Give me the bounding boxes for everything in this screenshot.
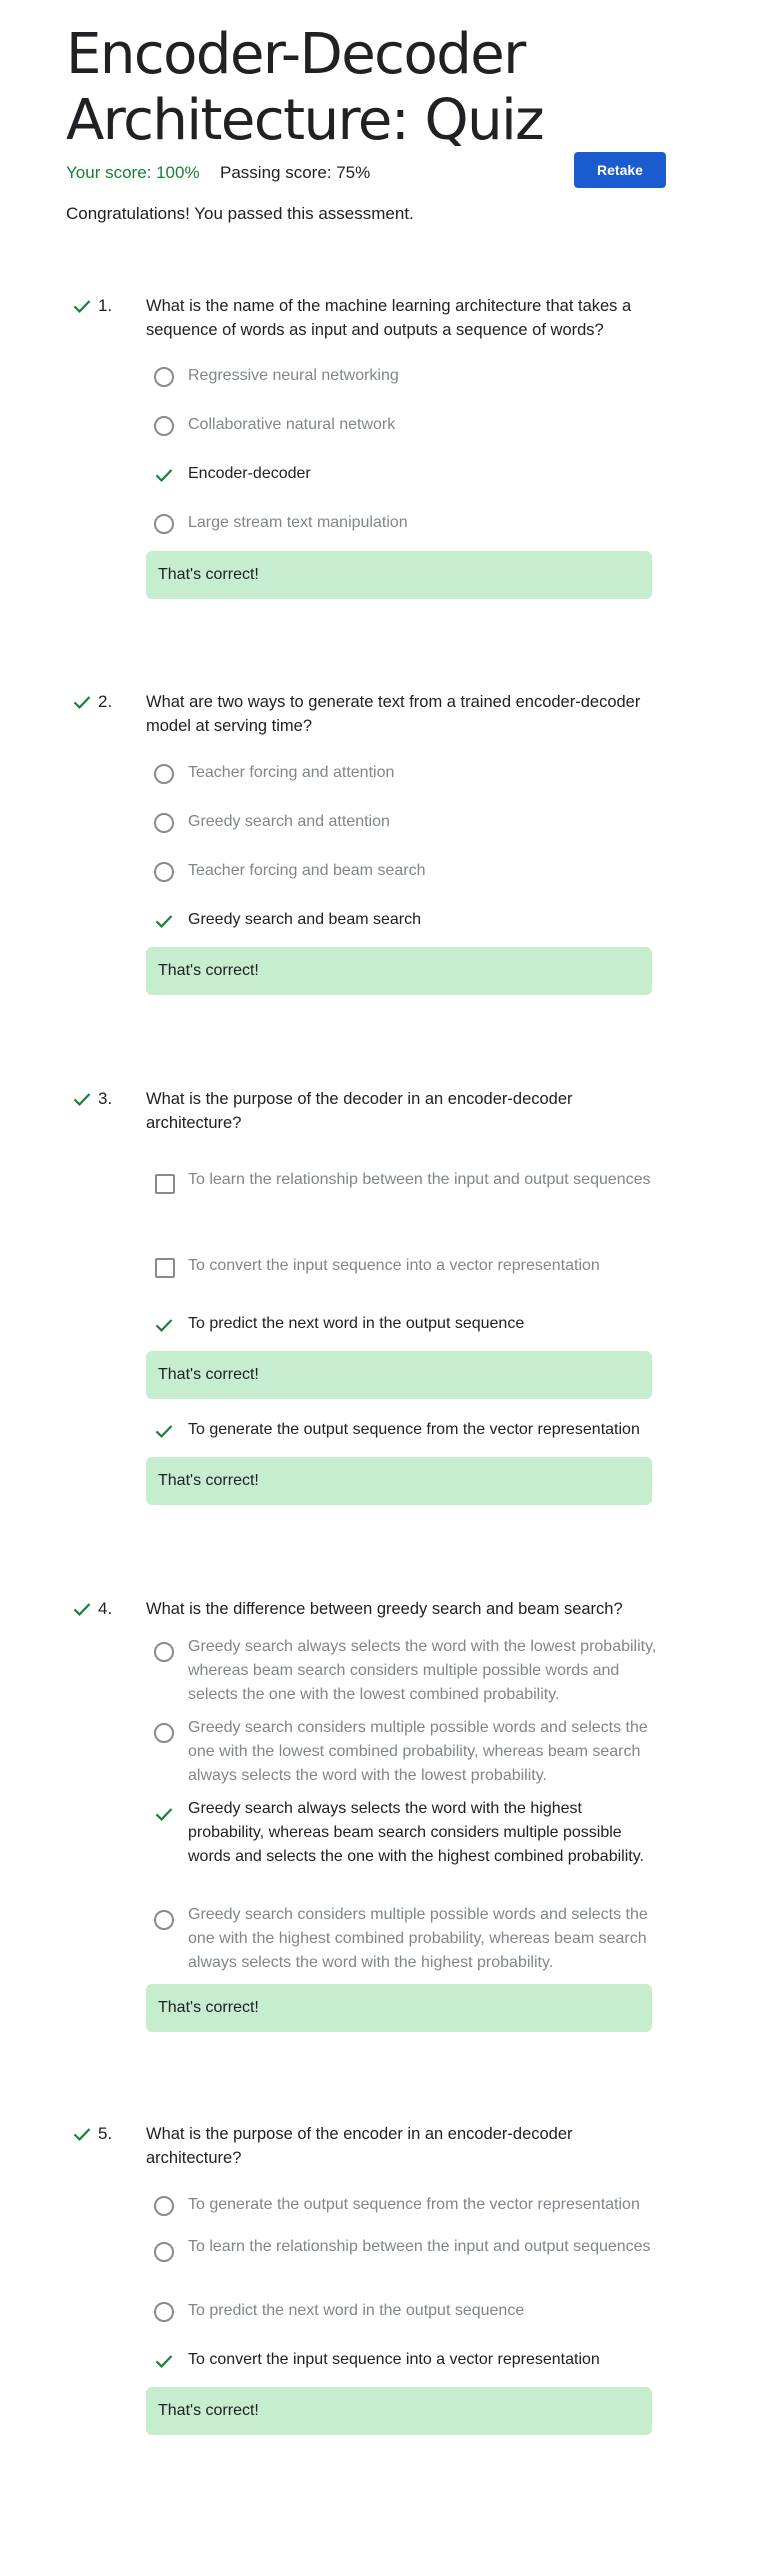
option-label: To generate the output sequence from the… [188,1421,640,1438]
option-label: To convert the input sequence into a vec… [188,1257,600,1274]
score-row: Your score: 100% Passing score: 75% [66,163,370,183]
question-number: 5. [98,2124,113,2143]
option-label: Greedy search always selects the word wi… [188,1800,644,1865]
question-text: What is the purpose of the decoder in an… [146,1090,573,1132]
check-icon [155,1808,173,1821]
question-number: 4. [98,1599,113,1618]
check-icon [155,2355,173,2368]
passing-score: Passing score: 75% [220,163,371,182]
option-label: Teacher forcing and beam search [188,862,426,879]
check-icon [155,1319,173,1332]
option-label: To learn the relationship between the in… [188,1171,651,1188]
correct-check-icon [73,1603,91,1616]
option-label: Collaborative natural network [188,416,396,433]
correct-check-icon [73,696,91,709]
feedback-correct: That's correct! [146,2387,652,2435]
checkbox-icon [155,1258,175,1278]
feedback-correct: That's correct! [146,1457,652,1505]
option-label: Greedy search always selects the word wi… [188,1638,657,1703]
quiz-page: Encoder-Decoder Architecture: Quiz Your … [0,0,772,2553]
option-label: Encoder-decoder [188,465,311,482]
page-title-line-1: Encoder-Decoder [66,22,526,87]
option-label: To generate the output sequence from the… [188,2196,640,2213]
radio-icon [154,367,174,387]
radio-icon [154,1910,174,1930]
radio-icon [154,1723,174,1743]
question-text: What are two ways to generate text from … [146,693,641,735]
feedback-correct: That's correct! [146,1984,652,2032]
your-score: Your score: 100% [66,163,200,182]
radio-icon [154,2302,174,2322]
option-label: To learn the relationship between the in… [188,2238,651,2255]
correct-check-icon [73,2128,91,2141]
question-number: 2. [98,692,113,711]
option-label: To predict the next word in the output s… [188,1315,525,1332]
option-label: Greedy search considers multiple possibl… [188,1906,648,1971]
question-number: 1. [98,296,113,315]
option-label: To convert the input sequence into a vec… [188,2351,600,2368]
option-label: Greedy search considers multiple possibl… [188,1719,648,1784]
correct-check-icon [73,300,91,313]
question-text: What is the difference between greedy se… [146,1600,623,1618]
checkbox-icon [155,1174,175,1194]
option-label: Teacher forcing and attention [188,764,395,781]
retake-button[interactable]: Retake [574,152,666,188]
page-title: Encoder-Decoder Architecture: Quiz [66,22,626,154]
feedback-correct: That's correct! [146,1351,652,1399]
radio-icon [154,862,174,882]
check-icon [155,1425,173,1438]
radio-icon [154,2242,174,2262]
option-label: Greedy search and beam search [188,911,422,928]
question-text: What is the purpose of the encoder in an… [146,2125,573,2167]
radio-icon [154,2196,174,2216]
option-label: Large stream text manipulation [188,514,408,531]
radio-icon [154,764,174,784]
radio-icon [154,1642,174,1662]
question-number: 3. [98,1089,113,1108]
option-label: Greedy search and attention [188,813,390,830]
question-text: What is the name of the machine learning… [146,297,632,339]
correct-check-icon [73,1093,91,1106]
option-label: To predict the next word in the output s… [188,2302,525,2319]
congrats-message: Congratulations! You passed this assessm… [66,204,414,223]
check-icon [155,915,173,928]
feedback-correct: That's correct! [146,551,652,599]
radio-icon [154,416,174,436]
radio-icon [154,514,174,534]
check-icon [155,469,173,482]
page-title-line-2: Architecture: Quiz [66,88,545,153]
option-label: Regressive neural networking [188,367,399,384]
radio-icon [154,813,174,833]
feedback-correct: That's correct! [146,947,652,995]
